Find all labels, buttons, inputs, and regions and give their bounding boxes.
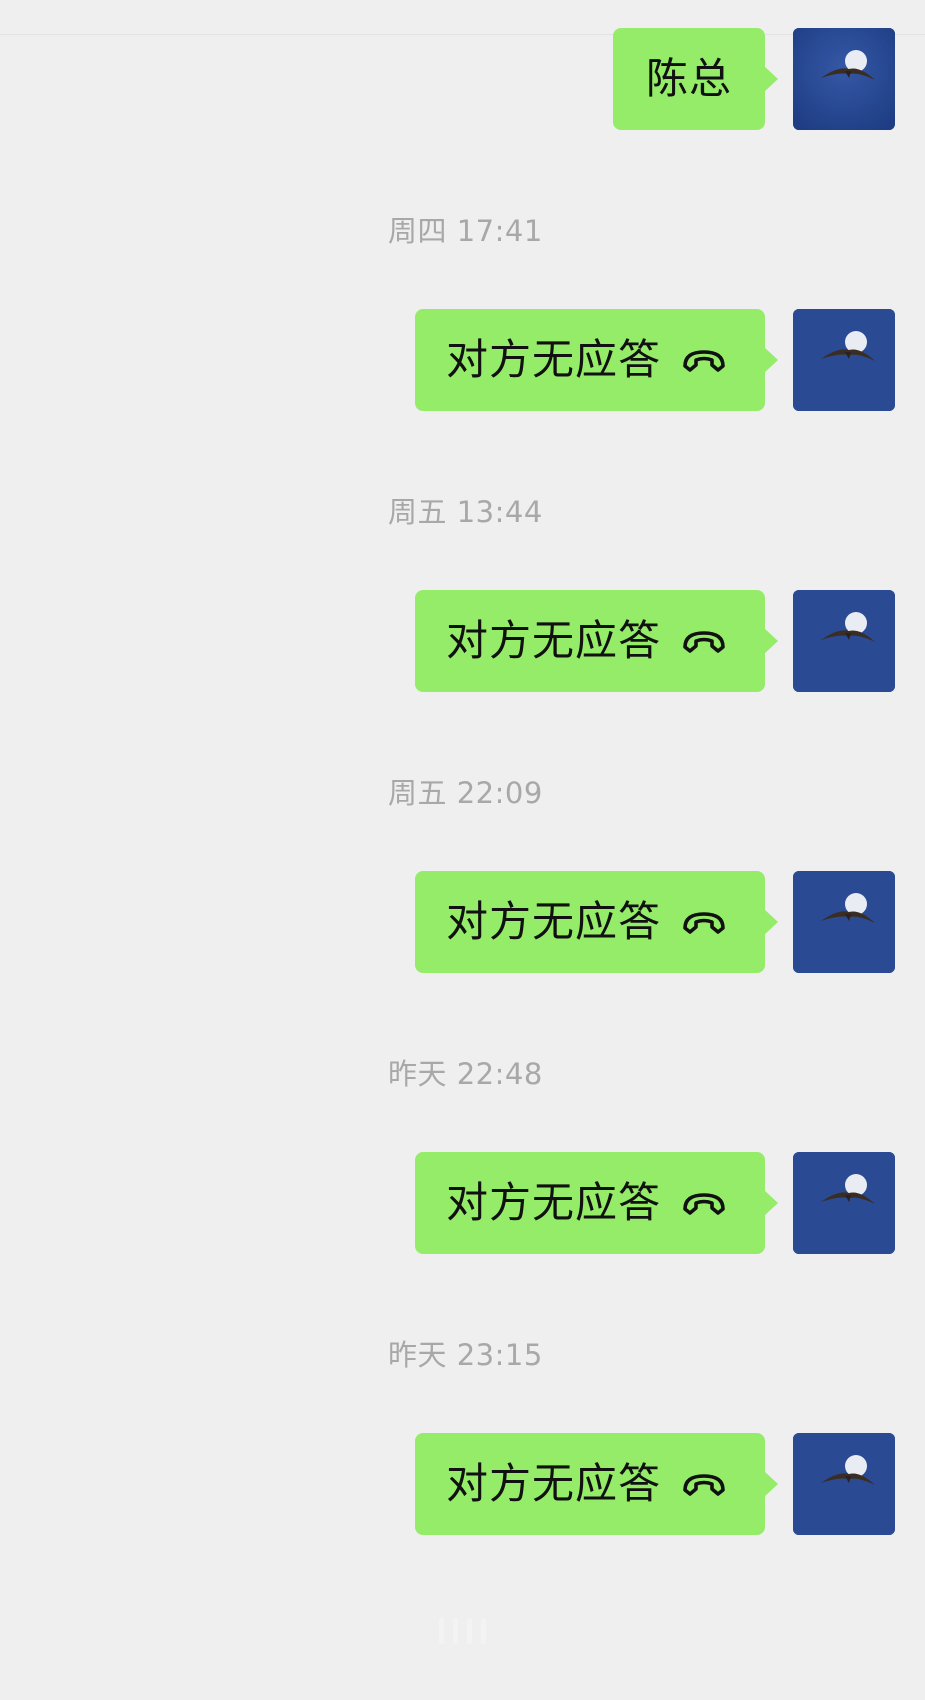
avatar-moon-bird-icon bbox=[793, 1152, 895, 1254]
call-record-row: 对方无应答 bbox=[414, 309, 895, 411]
call-record-bubble[interactable]: 对方无应答 bbox=[414, 871, 779, 973]
call-status-text: 对方无应答 bbox=[445, 897, 661, 946]
phone-hangup-icon bbox=[683, 631, 725, 653]
timestamp: 昨天 22:48 bbox=[388, 1057, 543, 1091]
message-text: 陈总 bbox=[645, 54, 732, 103]
avatar[interactable] bbox=[793, 590, 895, 692]
avatar-moon-bird-icon bbox=[793, 1433, 895, 1535]
call-record-bubble[interactable]: 对方无应答 bbox=[414, 1433, 779, 1535]
call-status-text: 对方无应答 bbox=[445, 616, 661, 665]
avatar[interactable] bbox=[793, 1433, 895, 1535]
avatar[interactable] bbox=[793, 1152, 895, 1254]
avatar-moon-bird-icon bbox=[793, 590, 895, 692]
call-record-row: 对方无应答 bbox=[414, 1152, 895, 1254]
phone-hangup-icon bbox=[683, 1474, 725, 1496]
message-row: 陈总 bbox=[612, 28, 895, 130]
timestamp: 周五 13:44 bbox=[388, 495, 543, 529]
call-record-row: 对方无应答 bbox=[414, 1433, 895, 1535]
faint-watermark bbox=[420, 1613, 504, 1649]
avatar[interactable] bbox=[793, 309, 895, 411]
avatar-moon-bird-icon bbox=[793, 28, 895, 130]
call-status-text: 对方无应答 bbox=[445, 1459, 661, 1508]
timestamp: 周四 17:41 bbox=[388, 214, 543, 248]
timestamp: 昨天 23:15 bbox=[388, 1338, 543, 1372]
call-status-text: 对方无应答 bbox=[445, 335, 661, 384]
call-record-bubble[interactable]: 对方无应答 bbox=[414, 1152, 779, 1254]
avatar-moon-bird-icon bbox=[793, 309, 895, 411]
call-record-row: 对方无应答 bbox=[414, 590, 895, 692]
call-record-bubble[interactable]: 对方无应答 bbox=[414, 590, 779, 692]
chat-area[interactable]: 陈总 周四 17:41 对方无应答 周五 13:44 对方无应答 周五 22:0… bbox=[0, 0, 925, 1700]
call-status-text: 对方无应答 bbox=[445, 1178, 661, 1227]
phone-hangup-icon bbox=[683, 912, 725, 934]
call-record-bubble[interactable]: 对方无应答 bbox=[414, 309, 779, 411]
avatar-moon-bird-icon bbox=[793, 871, 895, 973]
phone-hangup-icon bbox=[683, 1193, 725, 1215]
message-bubble[interactable]: 陈总 bbox=[612, 28, 779, 130]
avatar[interactable] bbox=[793, 871, 895, 973]
phone-hangup-icon bbox=[683, 350, 725, 372]
avatar[interactable] bbox=[793, 28, 895, 130]
timestamp: 周五 22:09 bbox=[388, 776, 543, 810]
call-record-row: 对方无应答 bbox=[414, 871, 895, 973]
